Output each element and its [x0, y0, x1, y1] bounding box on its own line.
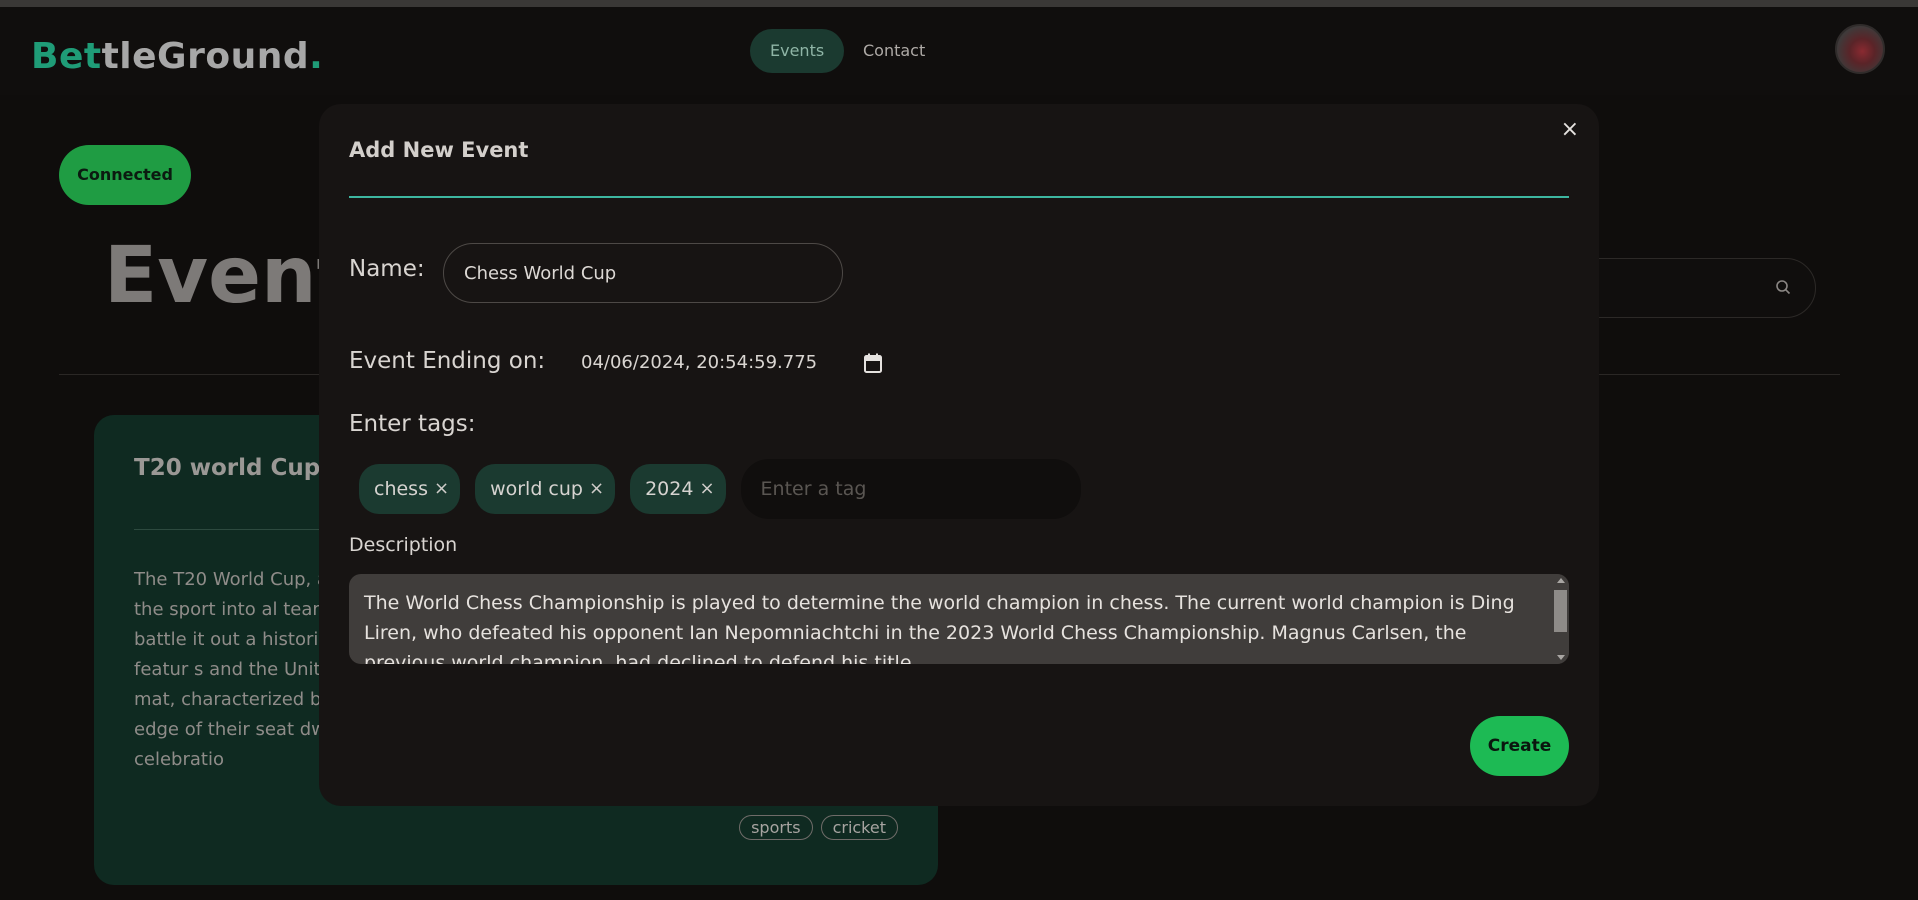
window-top-strip [0, 0, 1918, 7]
scroll-down-arrow-icon[interactable] [1557, 655, 1565, 660]
event-card-tags: sports cricket [739, 815, 898, 840]
top-navbar: BettleGround. Events Contact [0, 7, 1918, 95]
name-label: Name: [349, 256, 425, 282]
calendar-icon[interactable] [864, 353, 882, 373]
description-textarea[interactable]: The World Chess Championship is played t… [349, 574, 1569, 664]
tags-label: Enter tags: [349, 411, 476, 437]
nav-contact-link[interactable]: Contact [843, 29, 945, 73]
modal-title-divider [349, 196, 1569, 198]
search-icon[interactable] [1775, 279, 1791, 295]
description-scrollbar[interactable] [1553, 574, 1569, 664]
remove-tag-icon[interactable]: × [699, 464, 714, 514]
scrollbar-thumb[interactable] [1554, 590, 1567, 632]
end-date-label: Event Ending on: [349, 348, 546, 374]
event-name-input[interactable] [443, 243, 843, 303]
logo-text-part2: tleGround [101, 36, 310, 77]
logo-text-part3: . [309, 36, 324, 77]
tag-input[interactable] [740, 459, 1081, 519]
tag-chip-label: 2024 [645, 478, 694, 500]
remove-tag-icon[interactable]: × [434, 464, 449, 514]
tag-chip: chess × [359, 464, 461, 514]
modal-title: Add New Event [349, 138, 529, 162]
app-logo[interactable]: BettleGround. [31, 33, 323, 81]
end-date-input[interactable]: 04/06/2024, 20:54:59.775 [581, 348, 817, 378]
event-card-title: T20 world Cup [134, 455, 321, 481]
connection-status-button[interactable]: Connected [59, 145, 191, 205]
description-text: The World Chess Championship is played t… [364, 592, 1515, 664]
tags-list: chess × world cup × 2024 × [359, 459, 1081, 519]
nav-events-link[interactable]: Events [750, 29, 845, 73]
description-label: Description [349, 534, 458, 556]
remove-tag-icon[interactable]: × [589, 464, 604, 514]
scroll-up-arrow-icon[interactable] [1557, 578, 1565, 583]
tag-chip-label: chess [374, 478, 428, 500]
event-card-tag[interactable]: cricket [820, 815, 898, 840]
add-event-modal: Add New Event × Name: Event Ending on: 0… [319, 104, 1599, 806]
event-card-tag[interactable]: sports [739, 815, 813, 840]
close-icon[interactable]: × [1561, 119, 1579, 141]
user-avatar[interactable] [1835, 24, 1885, 74]
tag-chip-label: world cup [490, 478, 583, 500]
create-button[interactable]: Create [1470, 716, 1569, 776]
logo-text-part1: Bet [31, 36, 102, 77]
tag-chip: 2024 × [630, 464, 726, 514]
tag-chip: world cup × [475, 464, 616, 514]
